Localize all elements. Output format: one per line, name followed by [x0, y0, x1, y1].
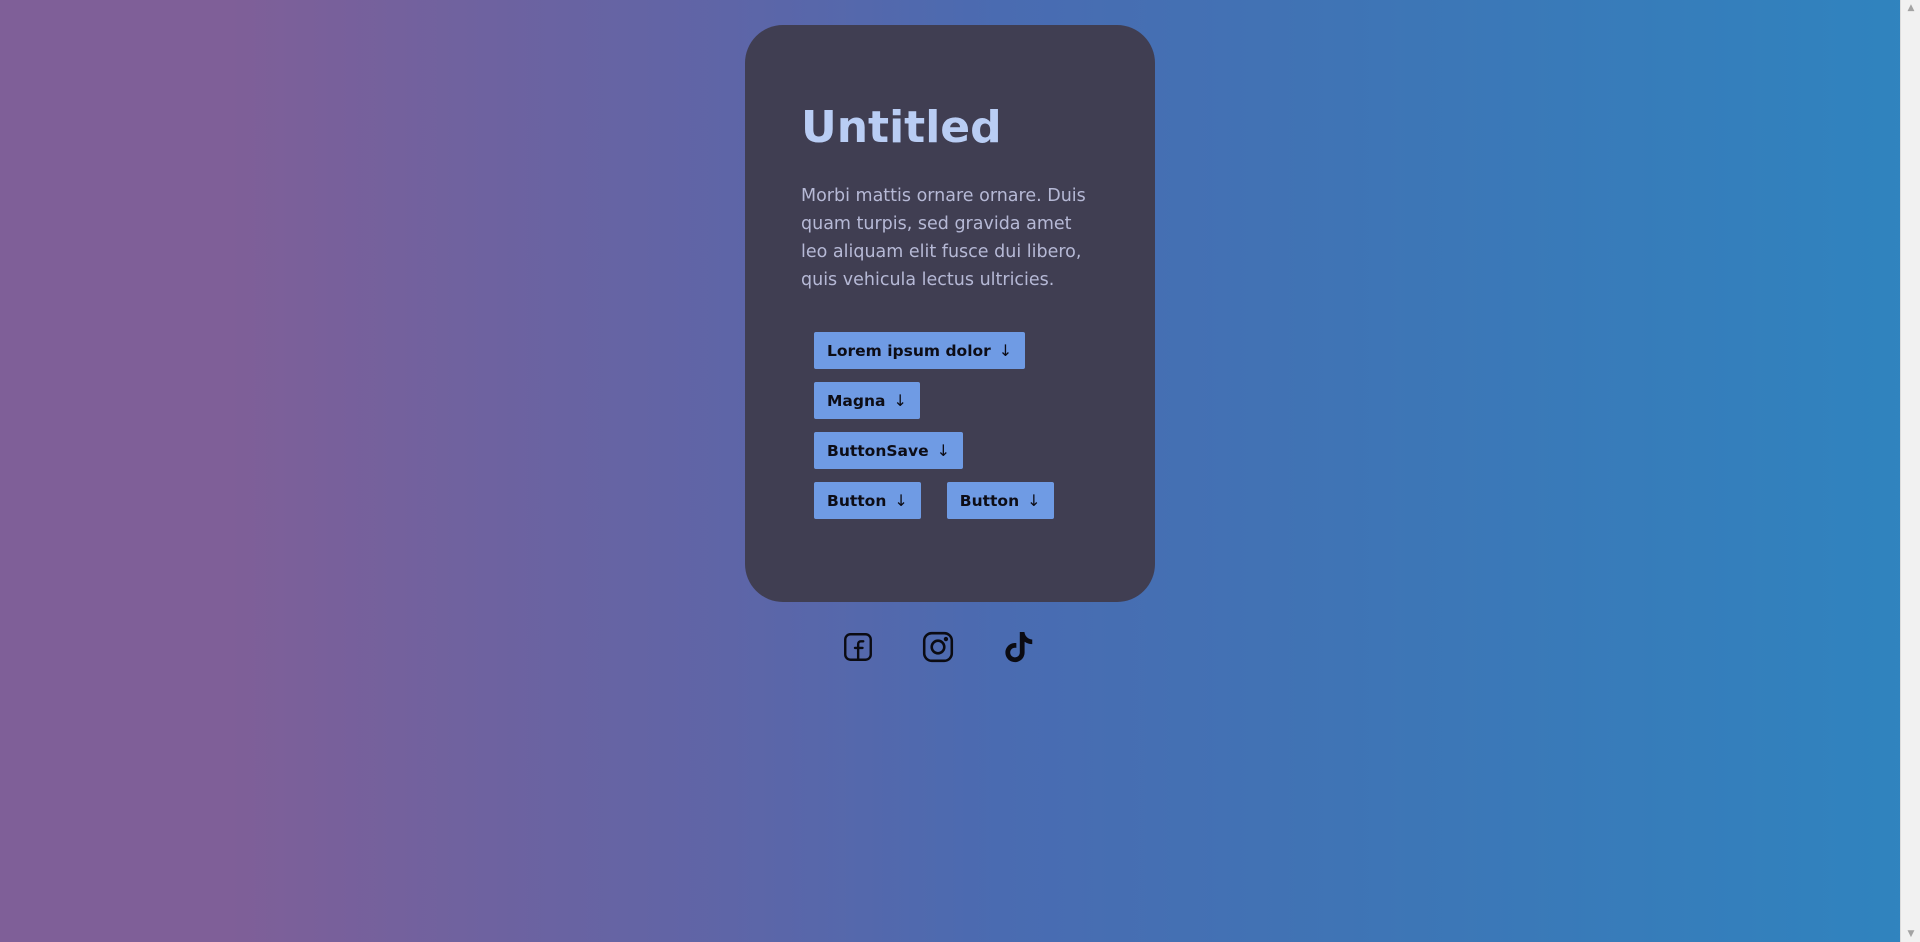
vertical-scrollbar[interactable]: ▲ ▼: [1900, 0, 1920, 942]
button-label: Lorem ipsum dolor: [827, 341, 991, 360]
page-background: Untitled Morbi mattis ornare ornare. Dui…: [0, 0, 1920, 942]
facebook-icon: [844, 633, 872, 661]
arrow-down-icon: ↓: [998, 341, 1013, 361]
arrow-down-icon: ↓: [894, 491, 908, 511]
instagram-icon: [922, 631, 954, 663]
hero-card: Untitled Morbi mattis ornare ornare. Dui…: [745, 25, 1155, 602]
button-label: Button: [827, 491, 887, 510]
button-label: Magna: [827, 391, 886, 410]
magna-button[interactable]: Magna ↓: [814, 382, 920, 420]
button-save[interactable]: ButtonSave ↓: [814, 432, 963, 470]
arrow-down-icon: ↓: [893, 391, 907, 411]
button-label: Button: [959, 491, 1020, 510]
arrow-down-icon: ↓: [936, 441, 950, 461]
scroll-down-icon[interactable]: ▼: [1901, 926, 1920, 942]
facebook-link[interactable]: [840, 629, 876, 665]
arrow-down-icon: ↓: [1027, 491, 1041, 511]
card-title: Untitled: [801, 102, 1002, 153]
social-links: [840, 629, 1036, 665]
scroll-up-icon[interactable]: ▲: [1901, 0, 1920, 16]
button-group: Lorem ipsum dolor ↓ Magna ↓ ButtonSave ↓…: [814, 332, 1100, 520]
button-right[interactable]: Button ↓: [946, 482, 1054, 520]
card-description: Morbi mattis ornare ornare. Duis quam tu…: [801, 186, 1086, 291]
lorem-ipsum-dolor-button[interactable]: Lorem ipsum dolor ↓: [814, 332, 1026, 370]
button-label: ButtonSave: [827, 441, 929, 460]
button-left[interactable]: Button ↓: [814, 482, 921, 520]
button-row: Button ↓ Button ↓: [814, 482, 1100, 520]
tiktok-link[interactable]: [1000, 629, 1036, 665]
tiktok-icon: [1005, 632, 1033, 663]
instagram-link[interactable]: [920, 629, 956, 665]
